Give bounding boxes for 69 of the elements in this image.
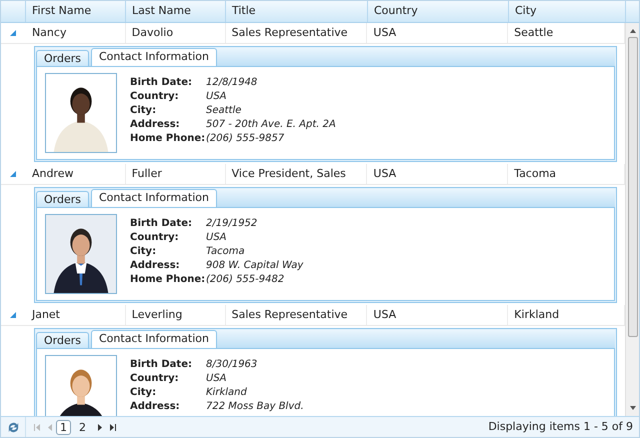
tab[interactable]: Contact Information: [91, 330, 217, 348]
tab[interactable]: Contact Information: [91, 48, 217, 66]
field-value: 8/30/1963: [206, 358, 258, 371]
field-value: 12/8/1948: [206, 76, 258, 89]
column-header[interactable]: Title: [232, 3, 256, 20]
field-label: Birth Date:: [130, 217, 193, 230]
field-value: 908 W. Capital Way: [206, 259, 304, 272]
tab[interactable]: Orders: [36, 50, 89, 66]
table-cell-text: Janet: [32, 306, 60, 323]
scroll-down-icon[interactable]: [630, 406, 636, 410]
collapse-icon[interactable]: [10, 30, 16, 36]
tab[interactable]: Orders: [36, 332, 89, 348]
field-value: USA: [206, 372, 228, 385]
field-label: City:: [130, 104, 158, 117]
column-header[interactable]: Last Name: [132, 3, 191, 20]
column-header[interactable]: First Name: [32, 3, 92, 20]
field-label: Address:: [130, 259, 181, 272]
field-label: Address:: [130, 400, 181, 413]
previous-page-icon[interactable]: [48, 424, 52, 430]
page-link[interactable]: 2: [75, 420, 90, 434]
table-cell-text: Davolio: [132, 24, 174, 41]
table-cell-text: USA: [373, 306, 396, 323]
next-page-icon[interactable]: [98, 424, 102, 430]
table-cell-text: USA: [373, 166, 396, 182]
scroll-up-icon[interactable]: [630, 29, 636, 33]
field-value: 507 - 20th Ave. E. Apt. 2A: [206, 118, 336, 131]
refresh-icon[interactable]: [6, 420, 20, 434]
field-value: (206) 555-9857: [206, 132, 286, 145]
table-cell-text: Kirkland: [514, 306, 560, 323]
field-value: Kirkland: [206, 386, 248, 399]
field-value: Tacoma: [206, 245, 246, 258]
collapse-icon[interactable]: [10, 312, 16, 318]
field-label: City:: [130, 245, 158, 258]
field-value: 2/19/1952: [206, 217, 258, 230]
table-cell-text: USA: [373, 24, 396, 41]
table-cell-text: Nancy: [32, 24, 66, 41]
field-value: 722 Moss Bay Blvd.: [206, 400, 304, 413]
field-label: City:: [130, 386, 158, 399]
field-value: USA: [206, 90, 228, 103]
table-cell-text: Tacoma: [514, 166, 556, 182]
field-label: Country:: [130, 231, 180, 244]
scrollbar[interactable]: [625, 23, 639, 416]
field-label: Address:: [130, 118, 181, 131]
field-value: Seattle: [206, 104, 242, 117]
field-label: Birth Date:: [130, 358, 193, 371]
table-cell-text: Sales Representative: [232, 24, 348, 41]
table-cell-text: Fuller: [132, 166, 162, 182]
tab[interactable]: Contact Information: [91, 189, 217, 207]
field-label: Birth Date:: [130, 76, 193, 89]
field-label: Home Phone:: [130, 273, 206, 286]
last-page-icon[interactable]: [110, 424, 116, 430]
table-cell-text: Andrew: [32, 166, 74, 182]
page-link[interactable]: 1: [56, 420, 71, 434]
column-header[interactable]: City: [515, 3, 537, 20]
field-label: Country:: [130, 372, 180, 385]
table-cell-text: Leverling: [132, 306, 182, 323]
table-cell-text: Seattle: [514, 24, 554, 41]
field-value: USA: [206, 231, 228, 244]
field-label: Country:: [130, 90, 180, 103]
table-cell-text: Vice President, Sales: [232, 166, 346, 182]
first-page-icon[interactable]: [34, 424, 40, 430]
column-header[interactable]: Country: [374, 3, 418, 20]
status-text: Displaying items 1 - 5 of 9: [488, 418, 634, 435]
collapse-icon[interactable]: [10, 171, 16, 177]
field-value: (206) 555-9482: [206, 273, 286, 286]
table-cell-text: Sales Representative: [232, 306, 348, 323]
scroll-thumb[interactable]: [628, 37, 638, 337]
field-label: Home Phone:: [130, 132, 206, 145]
tab[interactable]: Orders: [36, 191, 89, 207]
